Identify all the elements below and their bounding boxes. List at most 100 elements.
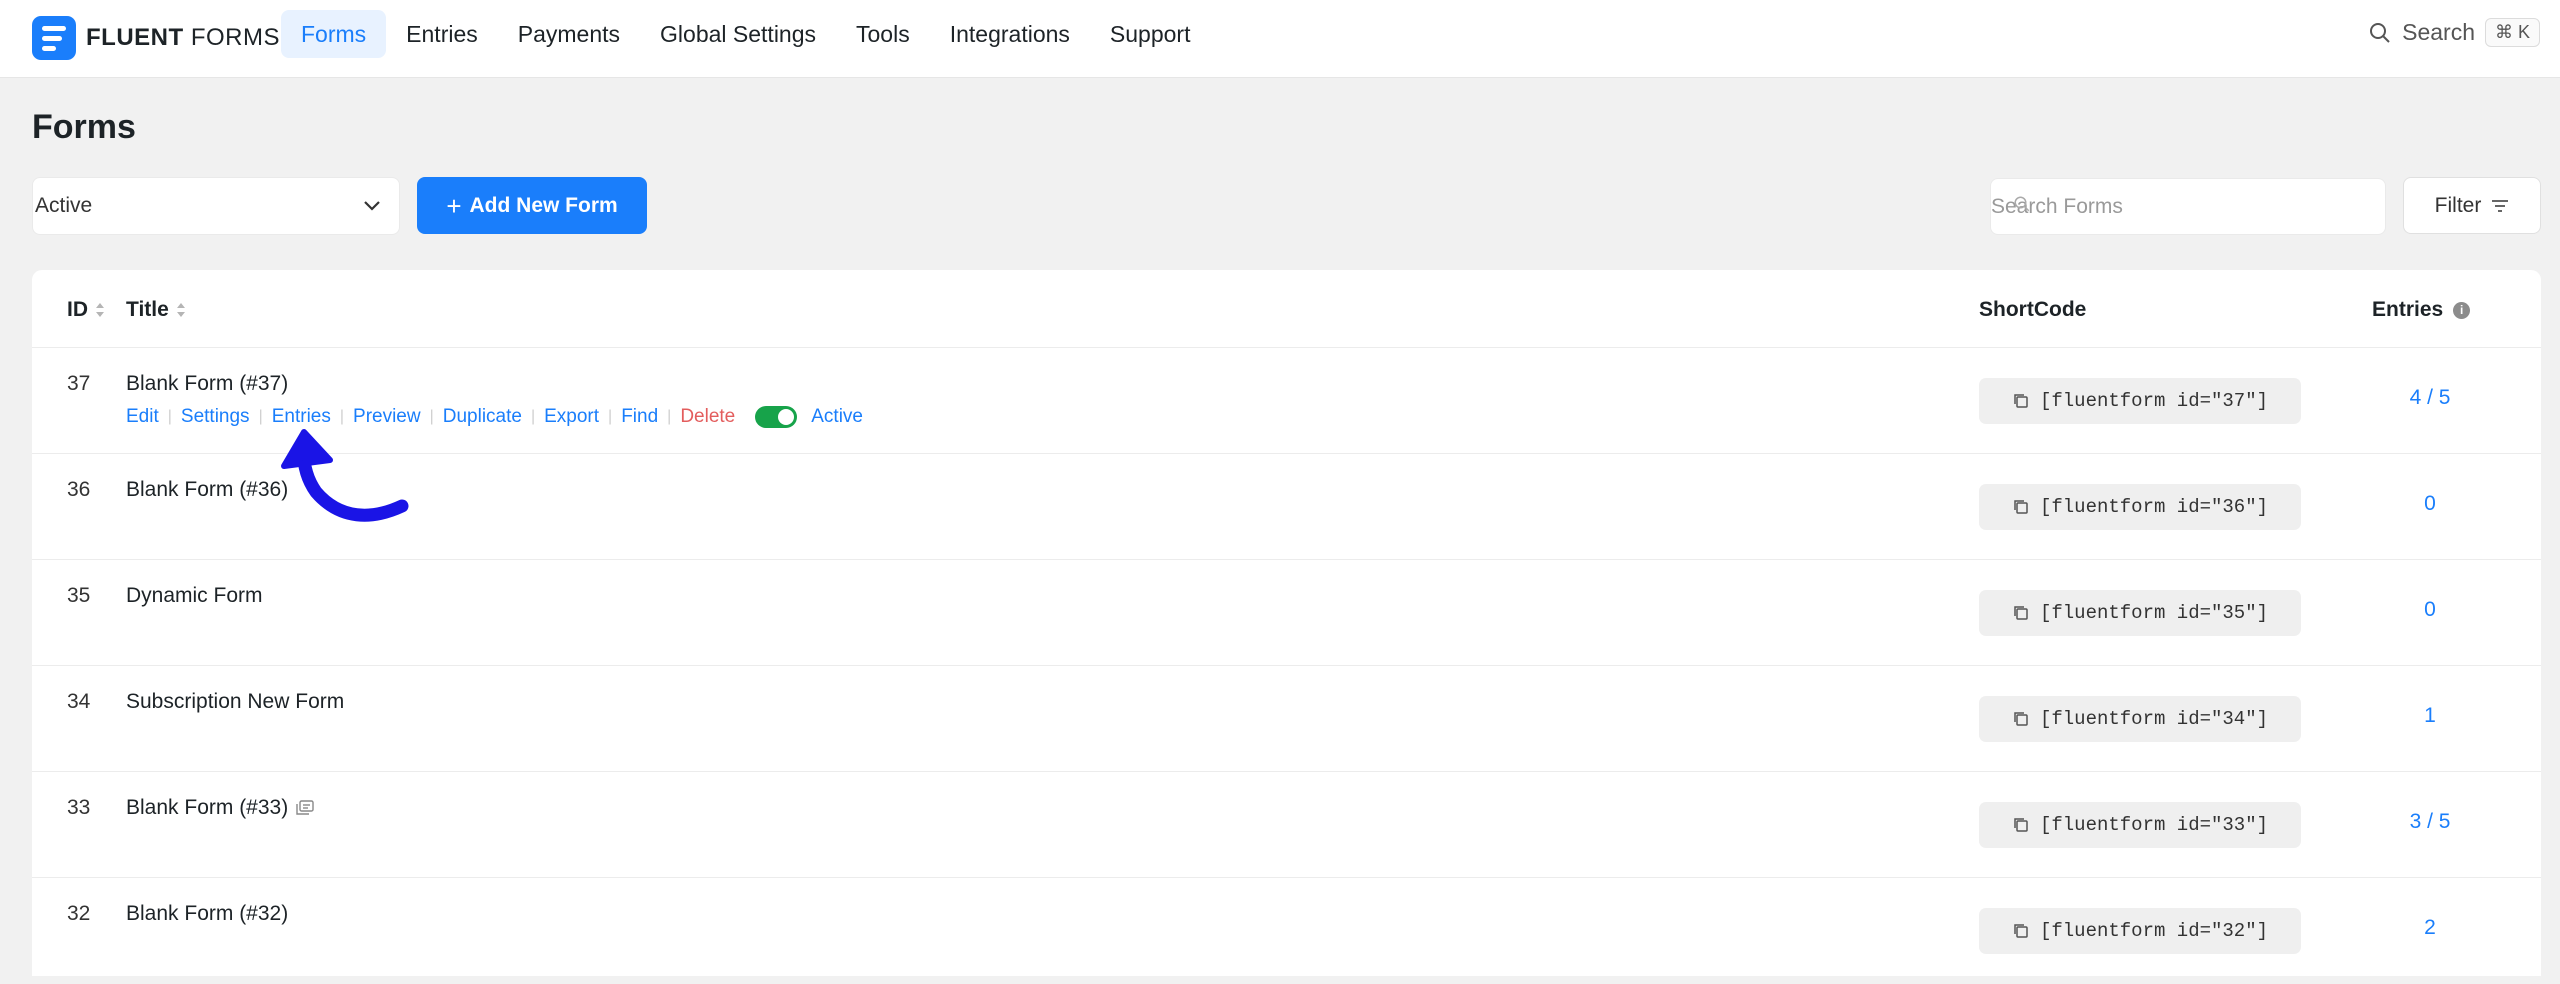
entries-count[interactable]: 2 xyxy=(2370,916,2490,940)
table-row: 32 Blank Form (#32) [fluentform id="32"]… xyxy=(32,878,2541,984)
search-icon xyxy=(2370,22,2390,43)
conversational-form-icon xyxy=(296,800,314,815)
filter-button[interactable]: Filter xyxy=(2403,177,2541,234)
row-title-text: Blank Form (#32) xyxy=(126,902,289,925)
global-search-button[interactable]: Search ⌘ K xyxy=(2368,18,2540,47)
duplicate-link[interactable]: Duplicate xyxy=(443,406,522,428)
row-title-text: Subscription New Form xyxy=(126,690,345,713)
entries-count[interactable]: 4 / 5 xyxy=(2370,386,2490,410)
table-header: ID Title ShortCode Entries i xyxy=(32,270,2541,348)
row-id: 36 xyxy=(67,478,91,501)
row-id: 35 xyxy=(67,584,91,607)
info-icon[interactable]: i xyxy=(2453,301,2471,319)
settings-link[interactable]: Settings xyxy=(181,406,250,428)
entries-link[interactable]: Entries xyxy=(272,406,331,428)
add-new-form-button[interactable]: + Add New Form xyxy=(417,177,647,234)
shortcode-text: [fluentform id="35"] xyxy=(2039,602,2269,624)
column-header-title[interactable]: Title xyxy=(126,298,187,322)
row-id: 37 xyxy=(67,372,91,395)
row-title-text: Blank Form (#33) xyxy=(126,796,289,819)
copy-icon xyxy=(2014,500,2028,514)
row-title[interactable]: Blank Form (#33) xyxy=(126,796,314,820)
row-id: 34 xyxy=(67,690,91,713)
shortcode-text: [fluentform id="36"] xyxy=(2039,496,2269,518)
chevron-down-icon xyxy=(364,201,380,211)
fluent-forms-logo-icon xyxy=(32,16,76,60)
row-title[interactable]: Blank Form (#32) xyxy=(126,902,288,926)
column-header-shortcode: ShortCode xyxy=(1979,298,2086,322)
shortcode-copy-button[interactable]: [fluentform id="34"] xyxy=(1979,696,2301,742)
nav-entries[interactable]: Entries xyxy=(386,10,498,58)
shortcode-copy-button[interactable]: [fluentform id="33"] xyxy=(1979,802,2301,848)
action-separator: | xyxy=(339,408,345,425)
action-separator: | xyxy=(608,408,613,425)
entries-count[interactable]: 3 / 5 xyxy=(2370,810,2490,834)
brand-name: FLUENT FORMS xyxy=(86,24,280,51)
table-row: 37 Blank Form (#37) Edit | Settings | Entr… xyxy=(32,348,2541,454)
find-link[interactable]: Find xyxy=(621,406,658,428)
delete-link[interactable]: Delete xyxy=(680,406,735,428)
main-nav: Forms Entries Payments Global Settings T… xyxy=(281,10,1210,58)
action-separator: | xyxy=(167,408,172,425)
row-title[interactable]: Dynamic Form xyxy=(126,584,263,608)
nav-payments[interactable]: Payments xyxy=(498,10,640,58)
export-link[interactable]: Export xyxy=(544,406,599,428)
shortcode-text: [fluentform id="32"] xyxy=(2039,920,2269,942)
shortcode-copy-button[interactable]: [fluentform id="32"] xyxy=(1979,908,2301,954)
search-forms-input[interactable] xyxy=(1991,179,2385,234)
status-select-value: Active xyxy=(35,194,93,217)
sort-icon xyxy=(96,303,104,317)
row-title[interactable]: Subscription New Form xyxy=(126,690,344,714)
preview-link[interactable]: Preview xyxy=(353,406,421,428)
plus-icon: + xyxy=(446,190,462,221)
copy-icon xyxy=(2014,394,2028,408)
copy-icon xyxy=(2014,606,2028,620)
form-status-toggle[interactable] xyxy=(755,406,798,428)
entries-count[interactable]: 1 xyxy=(2370,704,2490,728)
search-forms-field[interactable] xyxy=(1990,178,2386,235)
column-header-entries: Entries i xyxy=(2372,298,2471,322)
shortcode-copy-button[interactable]: [fluentform id="36"] xyxy=(1979,484,2301,530)
filter-label: Filter xyxy=(2434,193,2482,217)
global-search-label: Search xyxy=(2402,19,2475,45)
search-icon xyxy=(2014,196,2030,212)
column-header-id-label: ID xyxy=(67,298,88,321)
row-title-text: Dynamic Form xyxy=(126,584,263,607)
copy-icon xyxy=(2014,712,2028,726)
shortcode-text: [fluentform id="34"] xyxy=(2039,708,2269,730)
column-header-title-label: Title xyxy=(126,298,169,321)
row-id: 32 xyxy=(67,902,91,925)
nav-forms[interactable]: Forms xyxy=(281,10,387,58)
entries-count[interactable]: 0 xyxy=(2370,598,2490,622)
row-title[interactable]: Blank Form (#36) xyxy=(126,478,288,502)
row-title[interactable]: Blank Form (#37) xyxy=(126,372,288,396)
column-header-entries-label: Entries xyxy=(2372,298,2444,321)
copy-icon xyxy=(2014,924,2028,938)
column-header-id[interactable]: ID xyxy=(67,298,106,322)
page-title: Forms xyxy=(32,108,136,146)
sort-icon xyxy=(176,303,185,317)
table-row: 34 Subscription New Form [fluentform id=… xyxy=(32,666,2541,772)
shortcode-copy-button[interactable]: [fluentform id="35"] xyxy=(1979,590,2301,636)
nav-integrations[interactable]: Integrations xyxy=(930,10,1090,58)
edit-link[interactable]: Edit xyxy=(126,406,159,428)
fluent-forms-logo[interactable]: FLUENT FORMS xyxy=(32,16,280,60)
shortcode-copy-button[interactable]: [fluentform id="37"] xyxy=(1979,378,2301,424)
filter-icon xyxy=(2492,199,2509,212)
forms-table: ID Title ShortCode Entries i 37 Blank Fo… xyxy=(32,270,2541,976)
nav-support[interactable]: Support xyxy=(1090,10,1211,58)
row-actions: Edit | Settings | Entries | Preview | Duplic… xyxy=(126,406,863,428)
nav-tools[interactable]: Tools xyxy=(836,10,930,58)
action-separator: | xyxy=(429,408,434,425)
shortcode-text: [fluentform id="37"] xyxy=(2039,390,2269,412)
table-row: 33 Blank Form (#33) [fluentform id="33"]… xyxy=(32,772,2541,878)
table-row: 36 Blank Form (#36) [fluentform id="36"]… xyxy=(32,454,2541,560)
column-header-shortcode-label: ShortCode xyxy=(1979,298,2087,321)
form-status-select[interactable]: Active xyxy=(32,177,400,235)
shortcode-text: [fluentform id="33"] xyxy=(2039,814,2269,836)
table-row: 35 Dynamic Form [fluentform id="35"] 0 xyxy=(32,560,2541,666)
copy-icon xyxy=(2014,818,2028,832)
entries-count[interactable]: 0 xyxy=(2370,492,2490,516)
nav-global-settings[interactable]: Global Settings xyxy=(640,10,836,58)
add-new-form-label: Add New Form xyxy=(469,193,618,217)
